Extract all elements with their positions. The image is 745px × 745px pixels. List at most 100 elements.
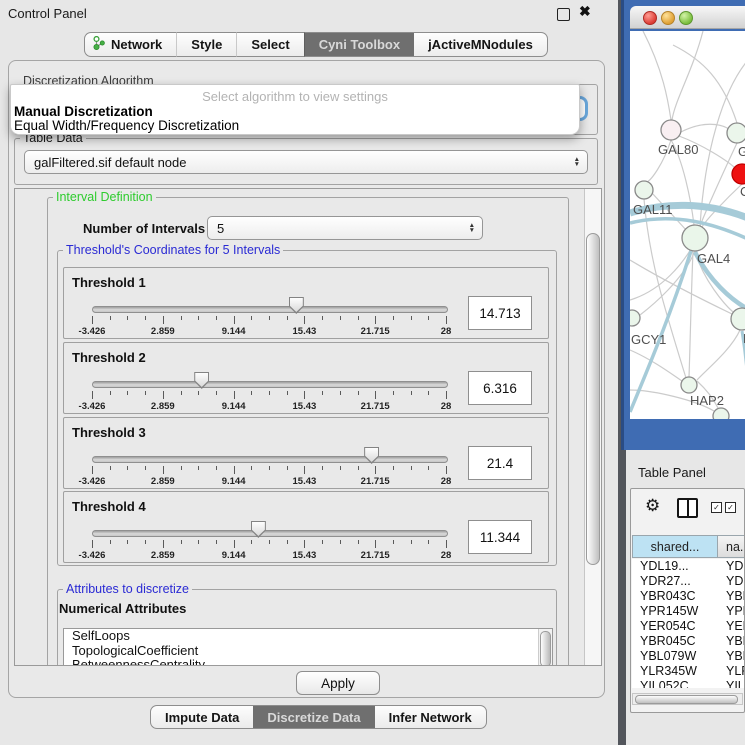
zoom-traffic-light-icon[interactable] bbox=[679, 11, 693, 25]
tick-label: 9.144 bbox=[212, 326, 256, 337]
tab-cyni-toolbox[interactable]: Cyni Toolbox bbox=[304, 32, 414, 57]
table-row[interactable]: YBL079WYBL0 bbox=[632, 649, 745, 664]
settings-vertical-scrollbar[interactable] bbox=[584, 189, 601, 665]
threshold-3-slider-track[interactable] bbox=[92, 456, 448, 463]
settings-scrollbar-thumb[interactable] bbox=[586, 233, 600, 565]
table-row[interactable]: YIL052CYIL0 bbox=[632, 679, 745, 688]
tab-select[interactable]: Select bbox=[236, 32, 303, 57]
minimize-traffic-light-icon[interactable] bbox=[661, 11, 675, 25]
table-cell[interactable]: YLR345W bbox=[632, 664, 718, 679]
tab-discretize-data[interactable]: Discretize Data bbox=[253, 705, 374, 729]
tab-discretize-data-label: Discretize Data bbox=[267, 710, 360, 725]
table-cell[interactable]: YBR043C bbox=[632, 589, 718, 604]
tick-mark bbox=[446, 540, 447, 548]
attribute-list-item[interactable]: BetweennessCentrality bbox=[64, 658, 552, 666]
tick-mark bbox=[375, 466, 376, 474]
algorithm-option-equal-width[interactable]: Equal Width/Frequency Discretization bbox=[14, 118, 239, 133]
table-cell[interactable]: YIL052C bbox=[632, 679, 718, 688]
network-node[interactable] bbox=[681, 377, 697, 393]
table-row[interactable]: YDR27...YDR2 bbox=[632, 574, 745, 589]
network-node[interactable] bbox=[713, 408, 729, 419]
tick-label: 2.859 bbox=[141, 401, 185, 412]
tick-mark bbox=[92, 540, 93, 548]
table-cell[interactable]: YDR27... bbox=[632, 574, 718, 589]
table-cell[interactable]: YDL19... bbox=[632, 559, 718, 574]
table-row[interactable]: YER054CYER0 bbox=[632, 619, 745, 634]
numerical-attributes-list[interactable]: SelfLoopsTopologicalCoefficientBetweenne… bbox=[63, 628, 553, 666]
table-cell[interactable]: YER054C bbox=[632, 619, 718, 634]
list-scrollbar[interactable] bbox=[538, 629, 552, 666]
float-window-icon[interactable] bbox=[557, 8, 570, 21]
table-row[interactable]: YDL19...YDL1 bbox=[632, 559, 745, 574]
network-view-window[interactable]: GAL80GACGAL11GAL4GCY1HHAP2 bbox=[621, 0, 745, 450]
table-cell[interactable]: YBL0 bbox=[718, 649, 745, 664]
network-node[interactable] bbox=[635, 181, 653, 199]
table-cell[interactable]: YPR1 bbox=[718, 604, 745, 619]
table-cell[interactable]: YBR045C bbox=[632, 634, 718, 649]
tick-mark bbox=[411, 316, 412, 320]
list-scrollbar-thumb[interactable] bbox=[540, 631, 551, 666]
column-header-name[interactable]: na... bbox=[718, 535, 745, 558]
threshold-4-value-field[interactable]: 11.344 bbox=[468, 520, 532, 554]
network-window-titlebar[interactable] bbox=[630, 6, 745, 29]
tick-mark bbox=[110, 316, 111, 320]
table-cell[interactable]: YDL1 bbox=[718, 559, 745, 574]
threshold-4-slider-track[interactable] bbox=[92, 530, 448, 537]
network-node[interactable] bbox=[727, 123, 745, 143]
close-traffic-light-icon[interactable] bbox=[643, 11, 657, 25]
network-node[interactable] bbox=[630, 310, 640, 326]
table-cell[interactable]: YBR0 bbox=[718, 589, 745, 604]
tick-mark bbox=[446, 391, 447, 399]
tab-network[interactable]: Network bbox=[84, 32, 176, 57]
tick-mark bbox=[287, 316, 288, 320]
algorithm-option-manual[interactable]: Manual Discretization bbox=[14, 104, 153, 119]
table-cell[interactable]: YBL079W bbox=[632, 649, 718, 664]
close-icon[interactable]: ✖ bbox=[579, 3, 591, 20]
table-body[interactable]: YDL19...YDL1YDR27...YDR2YBR043CYBR0YPR14… bbox=[632, 559, 745, 688]
apply-button[interactable]: Apply bbox=[296, 671, 380, 695]
tick-mark bbox=[181, 391, 182, 395]
table-row[interactable]: YPR145WYPR1 bbox=[632, 604, 745, 619]
checkbox-icon[interactable]: ✓ bbox=[725, 502, 736, 513]
threshold-1-value-field[interactable]: 14.713 bbox=[468, 296, 532, 330]
table-data-combobox[interactable]: galFiltered.sif default node ▲▼ bbox=[24, 150, 588, 174]
threshold-2-slider-track[interactable] bbox=[92, 381, 448, 388]
table-row[interactable]: YBR043CYBR0 bbox=[632, 589, 745, 604]
column-header-shared-name[interactable]: shared... bbox=[632, 535, 718, 558]
tick-mark bbox=[411, 540, 412, 544]
table-cell[interactable]: YPR145W bbox=[632, 604, 718, 619]
attributes-group-label: Attributes to discretize bbox=[63, 583, 192, 596]
network-node[interactable] bbox=[682, 225, 708, 251]
network-canvas[interactable]: GAL80GACGAL11GAL4GCY1HHAP2 bbox=[630, 31, 745, 419]
table-cell[interactable]: YBR0 bbox=[718, 634, 745, 649]
attribute-list-item[interactable]: SelfLoops bbox=[64, 629, 552, 644]
tab-style[interactable]: Style bbox=[176, 32, 236, 57]
tick-label: 21.715 bbox=[353, 550, 397, 561]
gear-icon[interactable]: ⚙ bbox=[645, 497, 660, 515]
tick-mark bbox=[304, 316, 305, 324]
table-row[interactable]: YBR045CYBR0 bbox=[632, 634, 745, 649]
tick-mark bbox=[304, 466, 305, 474]
threshold-3-value-field[interactable]: 21.4 bbox=[468, 446, 532, 480]
table-cell[interactable]: YER0 bbox=[718, 619, 745, 634]
table-scrollbar-thumb[interactable] bbox=[635, 695, 738, 704]
tab-infer-network[interactable]: Infer Network bbox=[375, 705, 487, 729]
tab-jactivemnodules[interactable]: jActiveMNodules bbox=[414, 32, 548, 57]
table-cell[interactable]: YDR2 bbox=[718, 574, 745, 589]
threshold-1-slider-track[interactable] bbox=[92, 306, 448, 313]
algorithm-prompt-option[interactable]: Select algorithm to view settings bbox=[11, 89, 579, 104]
tick-mark bbox=[358, 540, 359, 544]
number-of-intervals-combobox[interactable]: 5 ▲▼ bbox=[207, 216, 483, 240]
threshold-2-value-field[interactable]: 6.316 bbox=[468, 371, 532, 405]
attribute-list-item[interactable]: TopologicalCoefficient bbox=[64, 644, 552, 659]
columns-icon[interactable] bbox=[677, 498, 698, 518]
table-cell[interactable]: YIL0 bbox=[718, 679, 745, 688]
table-cell[interactable]: YLR3 bbox=[718, 664, 745, 679]
table-horizontal-scrollbar[interactable] bbox=[632, 693, 743, 705]
network-node[interactable] bbox=[661, 120, 681, 140]
table-row[interactable]: YLR345WYLR3 bbox=[632, 664, 745, 679]
checkbox-icon[interactable]: ✓ bbox=[711, 502, 722, 513]
tick-label: 21.715 bbox=[353, 401, 397, 412]
tick-label: 15.43 bbox=[282, 401, 326, 412]
tab-impute-data[interactable]: Impute Data bbox=[150, 705, 253, 729]
